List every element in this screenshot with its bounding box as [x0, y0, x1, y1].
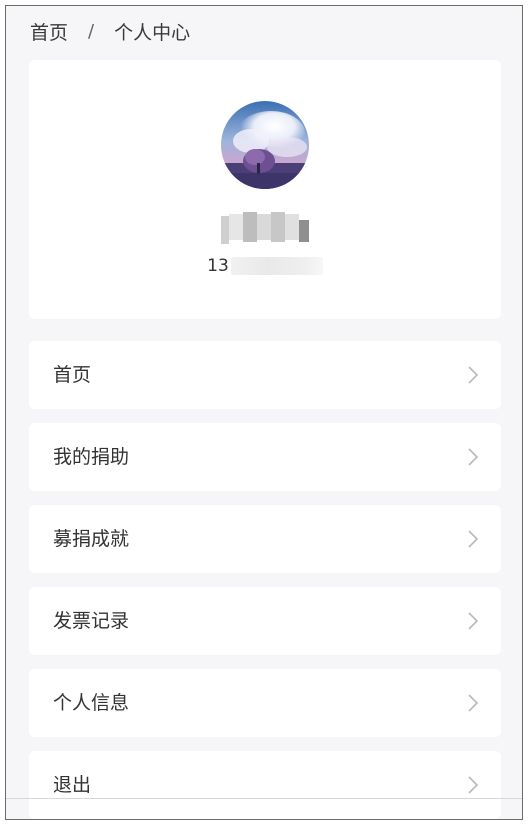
bottom-divider — [6, 798, 522, 799]
menu-item-label: 首页 — [53, 364, 92, 386]
avatar-image — [221, 101, 309, 189]
menu-item-fundraising-achievements[interactable]: 募捐成就 — [29, 505, 501, 573]
menu-item-logout[interactable]: 退出 — [29, 751, 501, 819]
chevron-right-icon — [468, 448, 479, 466]
phone-masked — [230, 257, 323, 275]
breadcrumb-home-link[interactable]: 首页 — [30, 18, 68, 45]
menu-item-label: 募捐成就 — [53, 528, 130, 550]
chevron-right-icon — [468, 612, 479, 630]
phone-number: 13 — [29, 255, 501, 277]
app-frame: 首页 / 个人中心 13 首页 我的捐助 募捐成就 发票记录 个人信息 退出 — [5, 5, 523, 820]
menu-item-my-donations[interactable]: 我的捐助 — [29, 423, 501, 491]
menu-item-invoice-records[interactable]: 发票记录 — [29, 587, 501, 655]
menu-item-label: 发票记录 — [53, 610, 130, 632]
breadcrumb-separator: / — [88, 20, 95, 42]
menu-item-personal-info[interactable]: 个人信息 — [29, 669, 501, 737]
menu-list: 首页 我的捐助 募捐成就 发票记录 个人信息 退出 — [29, 341, 501, 819]
menu-item-label: 退出 — [53, 774, 92, 796]
chevron-right-icon — [468, 776, 479, 794]
phone-prefix: 13 — [207, 256, 229, 276]
menu-item-label: 我的捐助 — [53, 446, 130, 468]
avatar[interactable] — [221, 101, 309, 189]
menu-item-label: 个人信息 — [53, 692, 130, 714]
profile-card: 13 — [29, 60, 501, 319]
breadcrumb: 首页 / 个人中心 — [30, 18, 191, 45]
username-masked — [221, 210, 309, 244]
chevron-right-icon — [468, 694, 479, 712]
chevron-right-icon — [468, 530, 479, 548]
breadcrumb-current: 个人中心 — [114, 21, 191, 44]
username — [29, 210, 501, 244]
menu-item-home[interactable]: 首页 — [29, 341, 501, 409]
chevron-right-icon — [468, 366, 479, 384]
